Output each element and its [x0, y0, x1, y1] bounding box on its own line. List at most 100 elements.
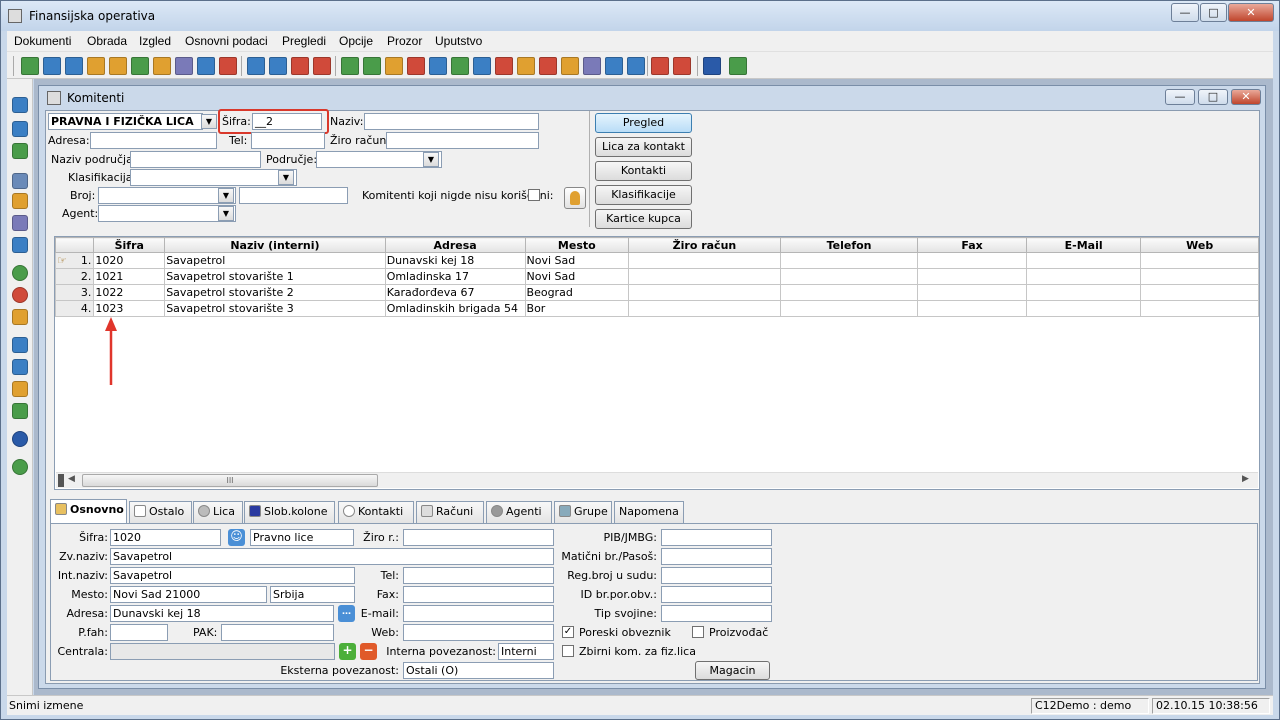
close-button[interactable]: ✕: [1228, 3, 1274, 22]
person-card-button[interactable]: ☺: [228, 529, 245, 546]
save-icon[interactable]: [12, 97, 28, 113]
column-header-email[interactable]: E-Mail: [1025, 237, 1142, 253]
scroll-right-icon[interactable]: ▶: [1242, 474, 1252, 487]
interna-input[interactable]: Interni: [498, 643, 554, 660]
refresh-icon[interactable]: [21, 57, 39, 75]
export-icon[interactable]: [12, 143, 28, 159]
cell-telefon[interactable]: [779, 252, 919, 269]
cell-web[interactable]: [1140, 284, 1259, 301]
cell-email[interactable]: [1025, 268, 1142, 285]
column-header-ziro[interactable]: Žiro račun: [628, 237, 781, 253]
child-close-button[interactable]: ✕: [1231, 89, 1261, 105]
table-row[interactable]: 3. 1022 Savapetrol stovarište 2 Karađorđ…: [55, 284, 1259, 301]
tab-lica[interactable]: Lica: [193, 501, 243, 523]
add-icon[interactable]: [12, 265, 28, 281]
tip-lica-input[interactable]: Pravno lice: [250, 529, 354, 546]
print-icon[interactable]: [197, 57, 215, 75]
cell-telefon[interactable]: [779, 284, 919, 301]
column-header-sifra[interactable]: Šifra: [93, 237, 166, 253]
chevron-down-icon[interactable]: ▼: [218, 188, 234, 203]
cell-web[interactable]: [1140, 300, 1259, 317]
tab-slob-kolone[interactable]: Slob.kolone: [244, 501, 335, 523]
minimize-button[interactable]: —: [1171, 3, 1199, 22]
klasifikacije-button[interactable]: Klasifikacije: [595, 185, 692, 205]
cell-mesto[interactable]: Beograd: [524, 284, 630, 301]
pak-input[interactable]: [221, 624, 334, 641]
sort-icon[interactable]: [12, 359, 28, 375]
column-header-web[interactable]: Web: [1140, 237, 1259, 253]
filter-icon[interactable]: [313, 57, 331, 75]
zbirni-checkbox[interactable]: [562, 645, 574, 657]
tab-ostalo[interactable]: Ostalo: [129, 501, 192, 523]
cell-adresa[interactable]: Omladinskih brigada 54: [384, 300, 526, 317]
save-icon[interactable]: [43, 57, 61, 75]
mesto-input[interactable]: Novi Sad 21000: [110, 586, 267, 603]
horizontal-scrollbar[interactable]: ◀ III ▶: [56, 472, 1258, 488]
go-icon[interactable]: [12, 459, 28, 475]
cell-ziro[interactable]: [628, 252, 781, 269]
poreski-checkbox[interactable]: ✓: [562, 626, 574, 638]
tab-agenti[interactable]: Agenti: [486, 501, 552, 523]
table-row[interactable]: 4. 1023 Savapetrol stovarište 3 Omladins…: [55, 300, 1259, 317]
adresa-input[interactable]: [90, 132, 217, 149]
tab-racuni[interactable]: Računi: [416, 501, 484, 523]
cell-mesto[interactable]: Novi Sad: [524, 268, 630, 285]
cell-ziro[interactable]: [628, 284, 781, 301]
drzava-input[interactable]: Srbija: [270, 586, 355, 603]
edit-icon[interactable]: [87, 57, 105, 75]
chevron-down-icon[interactable]: ▼: [423, 152, 439, 167]
idbr-input[interactable]: [661, 586, 772, 603]
transfer-icon[interactable]: [385, 57, 403, 75]
cell-adresa[interactable]: Dunavski kej 18: [384, 252, 526, 269]
remove-icon[interactable]: [12, 287, 28, 303]
ziro-input[interactable]: [386, 132, 539, 149]
tab-grupe[interactable]: Grupe: [554, 501, 612, 523]
menu-uputstvo[interactable]: Uputstvo: [435, 34, 482, 48]
stamp-icon[interactable]: [561, 57, 579, 75]
chevron-down-icon[interactable]: ▼: [218, 206, 234, 221]
tab-osnovno[interactable]: Osnovno: [50, 499, 127, 524]
report-red-icon[interactable]: [651, 57, 669, 75]
cell-adresa[interactable]: Omladinska 17: [384, 268, 526, 285]
cell-mesto[interactable]: Novi Sad: [524, 252, 630, 269]
report-icon[interactable]: [219, 57, 237, 75]
tipsvojine-input[interactable]: [661, 605, 772, 622]
pib-input[interactable]: [661, 529, 772, 546]
tab-napomena[interactable]: Napomena: [614, 501, 684, 523]
edit-icon[interactable]: [12, 309, 28, 325]
lica-za-kontakt-button[interactable]: Lica za kontakt: [595, 137, 692, 157]
cell-email[interactable]: [1025, 252, 1142, 269]
intnaziv-input[interactable]: Savapetrol: [110, 567, 355, 584]
email-input[interactable]: [403, 605, 554, 622]
cell-naziv[interactable]: Savapetrol stovarište 2: [164, 284, 386, 301]
tel-input[interactable]: [403, 567, 554, 584]
adresa-input[interactable]: Dunavski kej 18: [110, 605, 334, 622]
eksterna-input[interactable]: Ostali (O): [403, 662, 554, 679]
pfah-input[interactable]: [110, 624, 168, 641]
maticni-input[interactable]: [661, 548, 772, 565]
ziro-r-input[interactable]: [403, 529, 554, 546]
copy-icon[interactable]: [269, 57, 287, 75]
menu-opcije[interactable]: Opcije: [339, 34, 373, 48]
print-icon[interactable]: [12, 173, 28, 189]
book-icon[interactable]: [407, 57, 425, 75]
group-icon[interactable]: [153, 57, 171, 75]
list-icon[interactable]: [451, 57, 469, 75]
zvnaziv-input[interactable]: Savapetrol: [110, 548, 554, 565]
document-icon[interactable]: [65, 57, 83, 75]
tag-icon[interactable]: [473, 57, 491, 75]
klasifikacija-select[interactable]: [130, 169, 297, 186]
magacin-button[interactable]: Magacin: [695, 661, 770, 680]
tel-input[interactable]: [251, 132, 325, 149]
pregled-button[interactable]: Pregled: [595, 113, 692, 133]
cell-telefon[interactable]: [779, 268, 919, 285]
cell-adresa[interactable]: Karađorđeva 67: [384, 284, 526, 301]
calculator-icon[interactable]: [605, 57, 623, 75]
column-header-fax[interactable]: Fax: [917, 237, 1027, 253]
menu-dokumenti[interactable]: Dokumenti: [14, 34, 71, 48]
column-header-naziv[interactable]: Naziv (interni): [164, 237, 386, 253]
cell-fax[interactable]: [917, 252, 1027, 269]
chart-icon[interactable]: [12, 237, 28, 253]
print-preview-icon[interactable]: [12, 193, 28, 209]
naziv-podrucja-input[interactable]: [130, 151, 261, 168]
